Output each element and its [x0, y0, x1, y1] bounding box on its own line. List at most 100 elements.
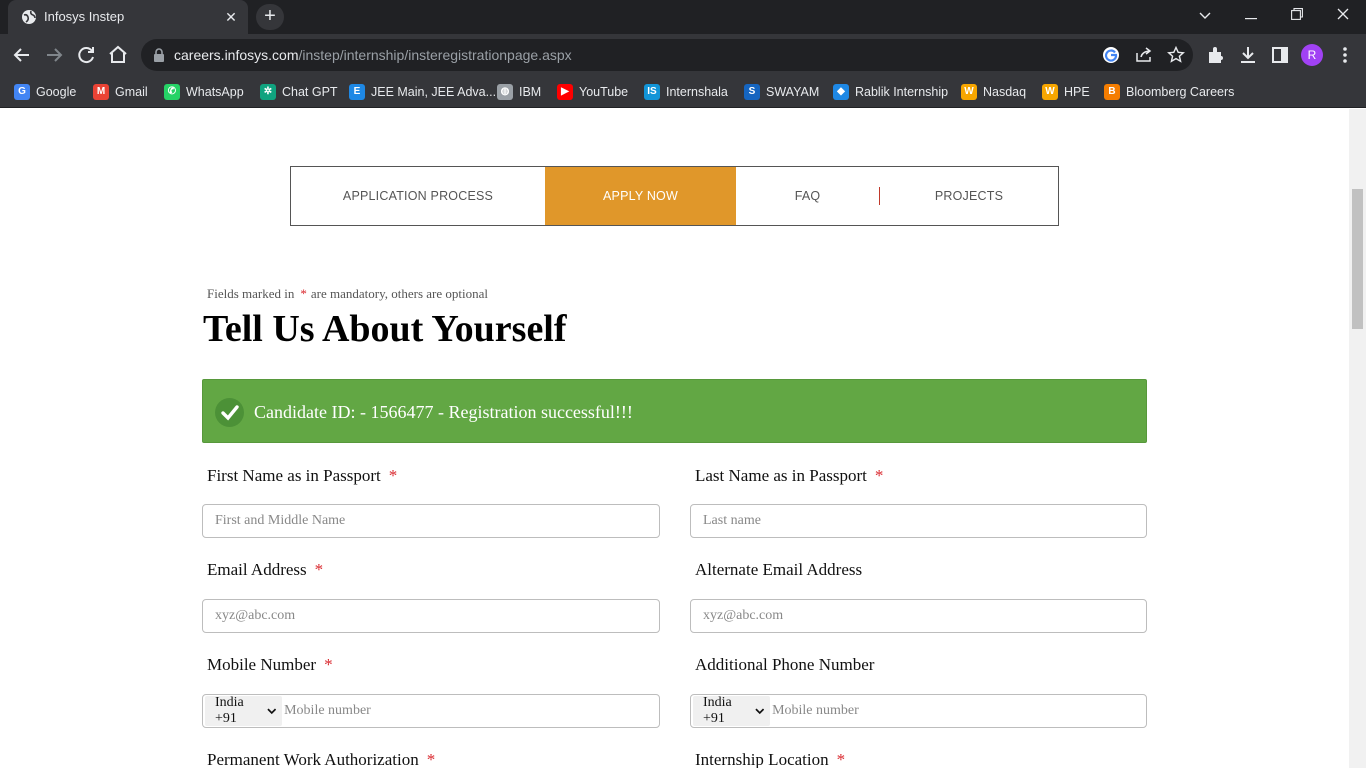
country-code-select[interactable]: India +91 — [205, 695, 283, 726]
scrollbar-thumb[interactable] — [1352, 189, 1363, 329]
back-arrow-icon[interactable] — [8, 41, 36, 69]
bookmark-jee-main-jee-adva[interactable]: E JEE Main, JEE Adva... — [349, 82, 496, 102]
nav-apply-now[interactable]: APPLY NOW — [545, 167, 736, 225]
globe-icon: ◍ — [497, 84, 513, 100]
google-lens-icon[interactable] — [1102, 46, 1120, 64]
rablik-icon: ◆ — [833, 84, 849, 100]
reload-icon[interactable] — [72, 41, 100, 69]
swayam-icon: S — [744, 84, 760, 100]
close-tab-icon[interactable]: ✕ — [222, 8, 240, 26]
bookmark-ibm[interactable]: ◍ IBM — [497, 82, 541, 102]
minimize-icon[interactable] — [1228, 0, 1274, 30]
tab-title: Infosys Instep — [44, 9, 125, 24]
nav-projects[interactable]: PROJECTS — [880, 167, 1058, 225]
last-name-input[interactable] — [691, 505, 1146, 537]
bookmark-gmail[interactable]: M Gmail — [93, 82, 148, 102]
chevron-down-icon[interactable] — [1182, 0, 1228, 30]
apply-nav: APPLICATION PROCESS APPLY NOW FAQ PROJEC… — [290, 166, 1059, 226]
bookmark-chat-gpt[interactable]: ✲ Chat GPT — [260, 82, 338, 102]
bookmark-label: Bloomberg Careers — [1126, 85, 1235, 99]
mobile-label: Mobile Number * — [207, 655, 333, 674]
share-icon[interactable] — [1135, 46, 1153, 64]
internshala-icon: IS — [644, 84, 660, 100]
bookmark-label: Internshala — [666, 85, 728, 99]
bookmarks-bar: G Google M Gmail ✆ WhatsApp ✲ Chat GPT E JEE Main… — [0, 76, 1366, 108]
bookmark-internshala[interactable]: IS Internshala — [644, 82, 728, 102]
blogger-icon: B — [1104, 84, 1120, 100]
bookmark-star-icon[interactable] — [1167, 46, 1185, 64]
page-title: Tell Us About Yourself — [203, 308, 567, 350]
bookmark-label: Chat GPT — [282, 85, 338, 99]
first-name-label: First Name as in Passport * — [207, 466, 398, 485]
close-window-icon[interactable] — [1320, 0, 1366, 30]
email-label: Email Address * — [207, 560, 324, 579]
youtube-icon: ▶ — [557, 84, 573, 100]
bookmark-label: JEE Main, JEE Adva... — [371, 85, 497, 99]
mobile-field[interactable]: India +91 — [202, 694, 660, 728]
download-icon[interactable] — [1238, 45, 1258, 65]
bookmark-whatsapp[interactable]: ✆ WhatsApp — [164, 82, 244, 102]
bookmark-youtube[interactable]: ▶ YouTube — [557, 82, 628, 102]
work-authorization-label: Permanent Work Authorization * — [207, 750, 436, 768]
success-message: Candidate ID: - 1566477 - Registration s… — [254, 402, 633, 422]
bookmark-label: Gmail — [115, 85, 148, 99]
bookmark-label: SWAYAM — [766, 85, 820, 99]
additional-phone-field[interactable]: India +91 — [690, 694, 1147, 728]
bookmark-swayam[interactable]: S SWAYAM — [744, 82, 819, 102]
email-field[interactable] — [202, 599, 660, 633]
bookmark-bloomberg-careers[interactable]: B Bloomberg Careers — [1104, 82, 1234, 102]
home-icon[interactable] — [104, 41, 132, 69]
chevron-down-icon — [266, 708, 276, 714]
last-name-field[interactable] — [690, 504, 1147, 538]
bookmark-rablik-internship[interactable]: ◆ Rablik Internship — [833, 82, 948, 102]
alternate-email-input[interactable] — [691, 600, 1146, 632]
email-input[interactable] — [203, 600, 659, 632]
kebab-menu-icon[interactable] — [1335, 45, 1355, 65]
browser-toolbar: careers.infosys.com/instep/internship/in… — [0, 34, 1366, 76]
jee-icon: E — [349, 84, 365, 100]
whatsapp-icon: ✆ — [164, 84, 180, 100]
mobile-input[interactable] — [282, 695, 659, 727]
new-tab-button[interactable]: + — [256, 4, 284, 30]
url-text[interactable]: careers.infosys.com/instep/internship/in… — [174, 47, 572, 63]
browser-tab[interactable]: Infosys Instep ✕ — [8, 0, 248, 34]
bookmark-label: Nasdaq — [983, 85, 1027, 99]
lock-icon[interactable] — [152, 47, 166, 63]
additional-phone-input[interactable] — [770, 695, 1146, 727]
bookmark-hpe[interactable]: W HPE — [1042, 82, 1090, 102]
address-bar[interactable]: careers.infosys.com/instep/internship/in… — [141, 39, 1193, 71]
google-icon: G — [14, 84, 30, 100]
bookmark-label: YouTube — [579, 85, 629, 99]
first-name-field[interactable] — [202, 504, 660, 538]
extensions-icon[interactable] — [1206, 45, 1226, 65]
success-alert: Candidate ID: - 1566477 - Registration s… — [202, 379, 1147, 443]
chatgpt-icon: ✲ — [260, 84, 276, 100]
checkmark-icon — [215, 398, 244, 427]
profile-avatar[interactable]: R — [1301, 44, 1323, 66]
side-panel-icon[interactable] — [1270, 45, 1290, 65]
page-content: APPLICATION PROCESS APPLY NOW FAQ PROJEC… — [0, 109, 1349, 768]
first-name-input[interactable] — [203, 505, 659, 537]
gmail-icon: M — [93, 84, 109, 100]
alternate-email-field[interactable] — [690, 599, 1147, 633]
nav-faq[interactable]: FAQ — [736, 167, 879, 225]
bookmark-label: HPE — [1064, 85, 1090, 99]
chevron-down-icon — [754, 708, 764, 714]
hpe-icon: W — [1042, 84, 1058, 100]
page-scrollbar[interactable] — [1349, 109, 1366, 768]
bookmark-label: Rablik Internship — [855, 85, 949, 99]
forward-arrow-icon[interactable] — [40, 41, 68, 69]
browser-tab-bar: Infosys Instep ✕ + — [0, 0, 1366, 34]
restore-icon[interactable] — [1274, 0, 1320, 30]
bookmark-label: WhatsApp — [186, 85, 244, 99]
bookmark-google[interactable]: G Google — [14, 82, 76, 102]
bookmark-label: IBM — [519, 85, 542, 99]
additional-country-code-select[interactable]: India +91 — [693, 695, 771, 726]
bookmark-label: Google — [36, 85, 77, 99]
bookmark-nasdaq[interactable]: W Nasdaq — [961, 82, 1026, 102]
globe-icon — [22, 10, 36, 24]
nav-application-process[interactable]: APPLICATION PROCESS — [291, 167, 545, 225]
additional-phone-label: Additional Phone Number — [695, 655, 875, 674]
mandatory-note: Fields marked in * are mandatory, others a… — [207, 286, 489, 301]
nasdaq-icon: W — [961, 84, 977, 100]
